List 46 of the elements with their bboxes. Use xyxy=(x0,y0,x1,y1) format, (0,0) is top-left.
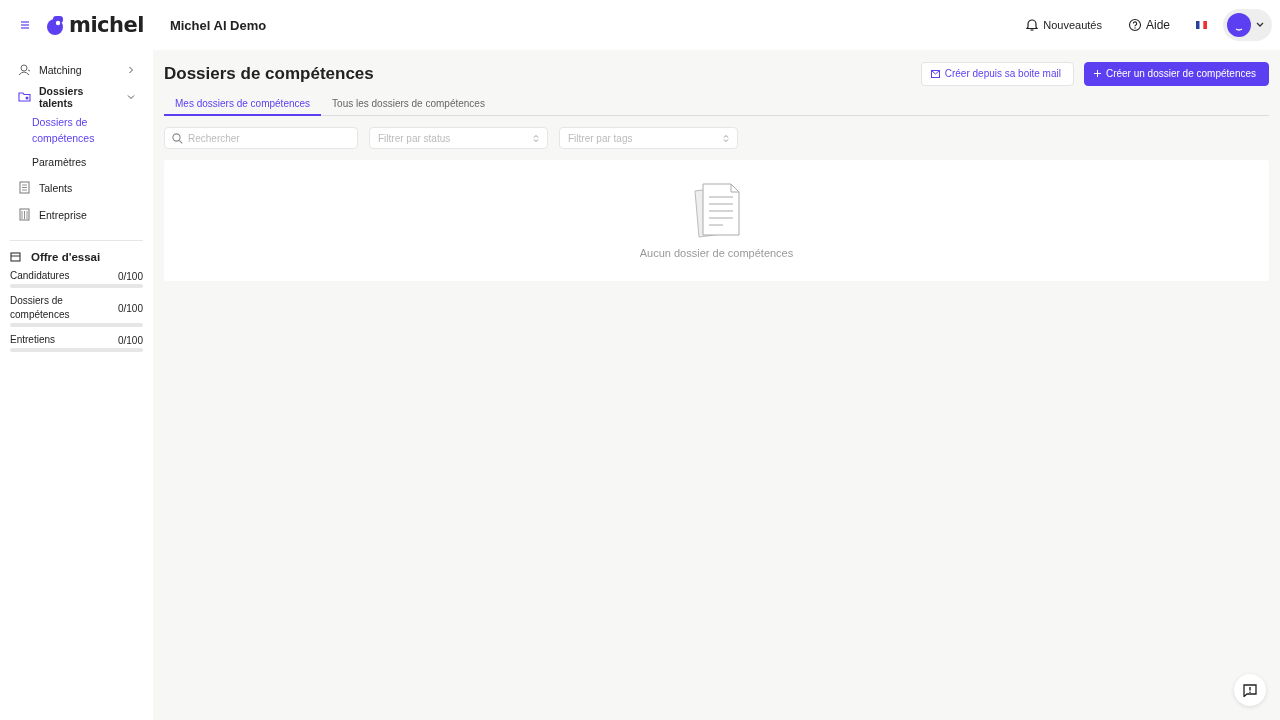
empty-message: Aucun dossier de compétences xyxy=(639,246,794,259)
usage-label: Candidatures xyxy=(10,269,71,283)
chevron-down-icon xyxy=(127,92,135,101)
search-field[interactable]: Rechercher xyxy=(164,127,358,149)
document-icon xyxy=(18,181,31,194)
nav-item[interactable]: Matching xyxy=(10,56,143,83)
nav-item[interactable]: Entreprise xyxy=(10,201,143,228)
workspace-name: Michel AI Demo xyxy=(169,17,267,33)
plus-icon xyxy=(1093,70,1101,77)
folder-icon xyxy=(18,90,31,103)
plan-title: Offre d'essai xyxy=(31,251,101,263)
help-link[interactable]: Aide xyxy=(1127,18,1170,32)
create-button[interactable]: Créer un dossier de compétences xyxy=(1083,61,1269,86)
create-from-mail-button[interactable]: Créer depuis sa boite mail xyxy=(920,61,1074,86)
bell-icon xyxy=(1025,18,1040,32)
usage-label: Dossiers de compétences xyxy=(10,294,71,322)
nav-subitem[interactable]: Paramètres xyxy=(10,150,143,174)
mail-icon xyxy=(930,69,940,78)
calendar-icon xyxy=(10,252,21,262)
usage-count: 0/100 xyxy=(117,270,143,282)
user-search-icon xyxy=(18,63,31,76)
help-icon xyxy=(1127,18,1142,32)
tab[interactable]: Tous les dossiers de compétences xyxy=(321,94,496,116)
french-flag-icon xyxy=(1196,21,1207,29)
usage-label: Entretiens xyxy=(10,333,57,347)
news-link[interactable]: Nouveautés xyxy=(1025,18,1102,32)
message-alert-icon xyxy=(1243,683,1257,697)
chevron-right-icon xyxy=(127,65,135,74)
logo-text: michel xyxy=(69,13,144,37)
usage-count: 0/100 xyxy=(117,302,143,314)
nav-item[interactable]: Talents xyxy=(10,174,143,201)
page-title: Dossiers de compétences xyxy=(164,63,375,84)
account-menu[interactable] xyxy=(1223,9,1272,41)
documents-icon xyxy=(692,182,741,239)
tab[interactable]: Mes dossiers de compétences xyxy=(164,94,322,116)
avatar-icon xyxy=(1226,12,1252,38)
sort-arrows-icon xyxy=(533,133,539,143)
nav-subitem[interactable]: Dossiers de compétences xyxy=(10,110,143,150)
sort-arrows-icon xyxy=(723,133,729,143)
chevron-down-icon xyxy=(1256,22,1264,28)
logo-icon xyxy=(44,14,66,36)
building-icon xyxy=(18,208,31,221)
usage-count: 0/100 xyxy=(117,334,143,346)
nav-item[interactable]: Dossiers talents xyxy=(10,83,143,110)
search-icon xyxy=(172,133,183,144)
menu-icon xyxy=(20,20,30,30)
